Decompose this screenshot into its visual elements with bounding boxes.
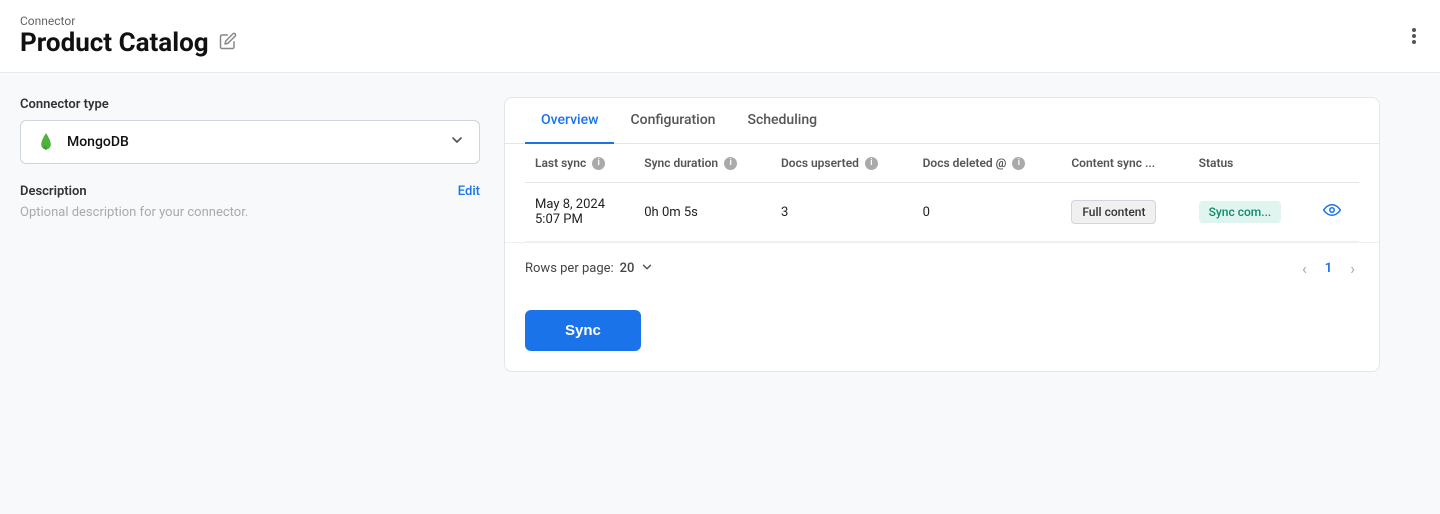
- cell-content-sync: Full content: [1061, 183, 1188, 242]
- sync-table: Last sync i Sync duration i Docs upserte…: [525, 144, 1359, 242]
- description-label: Description: [20, 184, 87, 199]
- more-options-icon[interactable]: [1408, 24, 1420, 48]
- view-icon[interactable]: [1323, 204, 1341, 223]
- prev-page-button[interactable]: ‹: [1298, 257, 1311, 280]
- cell-docs-deleted: 0: [913, 183, 1062, 242]
- sync-button[interactable]: Sync: [525, 310, 641, 351]
- full-content-badge: Full content: [1071, 200, 1156, 224]
- main-content: Connector type MongoDB Description Edit …: [0, 73, 1400, 396]
- description-placeholder: Optional description for your connector.: [20, 205, 480, 220]
- header-title-area: Connector Product Catalog: [20, 14, 237, 58]
- col-docs-upserted: Docs upserted i: [771, 144, 913, 183]
- col-content-sync: Content sync ...: [1061, 144, 1188, 183]
- rows-chevron-icon: [640, 260, 654, 278]
- cell-docs-upserted: 3: [771, 183, 913, 242]
- table-row: May 8, 2024 5:07 PM 0h 0m 5s 3 0 Full co…: [525, 183, 1359, 242]
- col-docs-deleted: Docs deleted @ i: [913, 144, 1062, 183]
- edit-pencil-icon[interactable]: [219, 32, 237, 54]
- connector-name: MongoDB: [67, 134, 129, 150]
- table-header-row: Last sync i Sync duration i Docs upserte…: [525, 144, 1359, 183]
- cell-sync-duration: 0h 0m 5s: [634, 183, 771, 242]
- pagination-controls: ‹ 1 ›: [1298, 257, 1359, 280]
- rows-per-page-label: Rows per page:: [525, 261, 614, 276]
- col-last-sync: Last sync i: [525, 144, 634, 183]
- pagination-row: Rows per page: 20 ‹ 1 ›: [505, 242, 1379, 294]
- docs-upserted-info-icon[interactable]: i: [865, 157, 878, 170]
- connector-label: Connector: [20, 14, 237, 28]
- tab-scheduling[interactable]: Scheduling: [731, 98, 833, 144]
- sync-table-container: Last sync i Sync duration i Docs upserte…: [505, 144, 1379, 242]
- last-sync-date: May 8, 2024: [535, 197, 624, 212]
- last-sync-info-icon[interactable]: i: [592, 157, 605, 170]
- connector-type-select[interactable]: MongoDB: [20, 120, 480, 164]
- mongodb-icon: [35, 131, 57, 153]
- status-badge: Sync com...: [1199, 201, 1282, 223]
- sync-button-row: Sync: [505, 294, 1379, 371]
- left-panel: Connector type MongoDB Description Edit …: [20, 97, 480, 372]
- tabs: Overview Configuration Scheduling: [505, 98, 1379, 144]
- rows-per-page-value: 20: [620, 261, 635, 276]
- connector-type-label: Connector type: [20, 97, 480, 112]
- page-title: Product Catalog: [20, 28, 209, 58]
- chevron-down-icon: [449, 132, 465, 152]
- rows-per-page-selector[interactable]: Rows per page: 20: [525, 260, 654, 278]
- tab-overview[interactable]: Overview: [525, 98, 614, 144]
- edit-description-link[interactable]: Edit: [458, 184, 480, 199]
- sync-duration-info-icon[interactable]: i: [724, 157, 737, 170]
- last-sync-time: 5:07 PM: [535, 212, 624, 227]
- docs-deleted-info-icon[interactable]: i: [1012, 157, 1025, 170]
- cell-last-sync: May 8, 2024 5:07 PM: [525, 183, 634, 242]
- col-status: Status: [1189, 144, 1313, 183]
- col-sync-duration: Sync duration i: [634, 144, 771, 183]
- tab-configuration[interactable]: Configuration: [614, 98, 731, 144]
- right-panel: Overview Configuration Scheduling Last s…: [504, 97, 1380, 372]
- col-actions: [1313, 144, 1359, 183]
- description-row: Description Edit: [20, 184, 480, 199]
- cell-view: [1313, 183, 1359, 242]
- next-page-button[interactable]: ›: [1346, 257, 1359, 280]
- cell-status: Sync com...: [1189, 183, 1313, 242]
- page-header: Connector Product Catalog: [0, 0, 1440, 73]
- current-page-number[interactable]: 1: [1319, 259, 1338, 278]
